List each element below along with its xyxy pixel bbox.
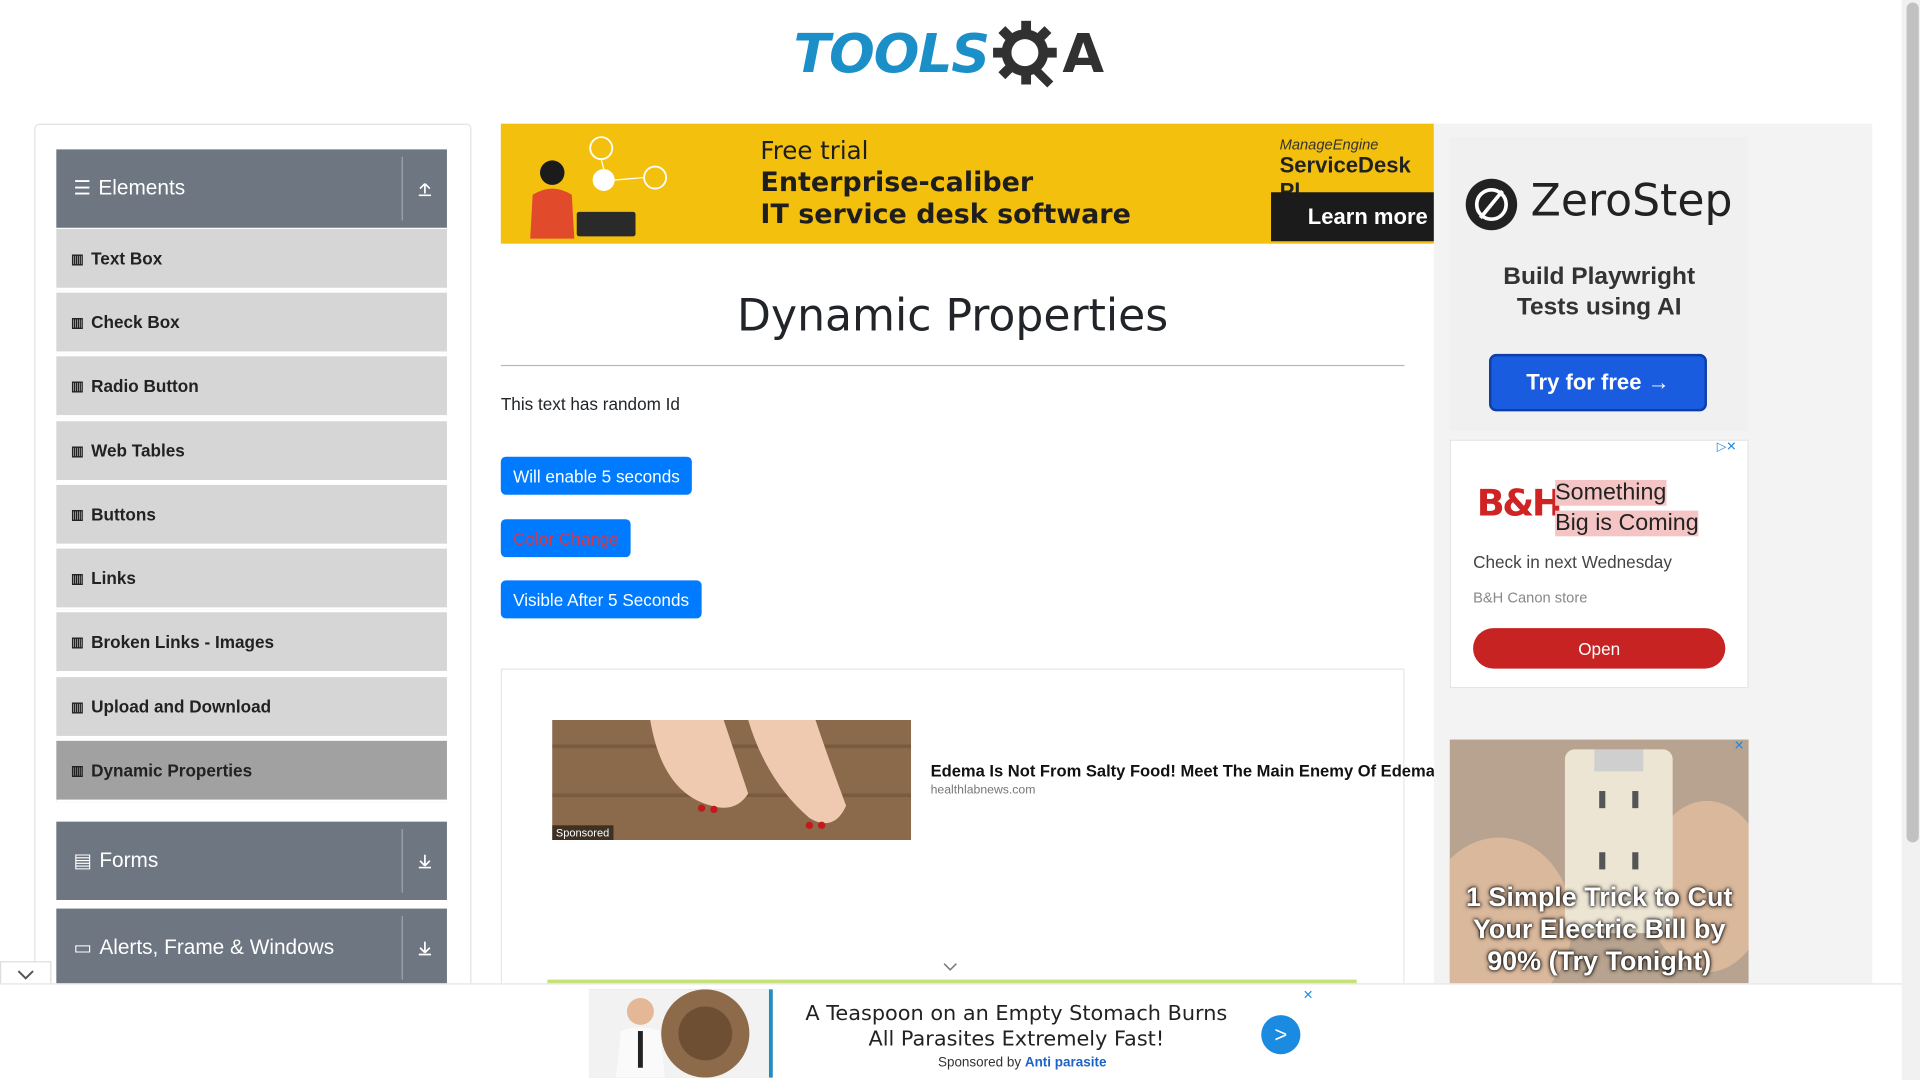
zerostep-tagline-2: Tests using AI bbox=[1516, 293, 1682, 321]
enable-after-button[interactable]: Will enable 5 seconds bbox=[500, 456, 693, 495]
item-icon: ▥ bbox=[71, 507, 84, 523]
expand-down-icon[interactable] bbox=[403, 939, 447, 956]
sidebar-item-label: Upload and Download bbox=[91, 696, 272, 717]
bh-headline-1: Something bbox=[1555, 480, 1667, 506]
ad-line-2a: Enterprise-caliber bbox=[760, 167, 1034, 199]
outlet-ad-text: 1 Simple Trick to Cut Your Electric Bill… bbox=[1465, 881, 1733, 976]
item-icon: ▥ bbox=[71, 763, 84, 779]
zerostep-tagline: Build Playwright Tests using AI bbox=[1450, 262, 1749, 323]
sidebar-item-label: Dynamic Properties bbox=[91, 760, 253, 781]
document-icon: ▤ bbox=[73, 851, 92, 872]
group-header-elements[interactable]: ☰ Elements bbox=[56, 149, 447, 228]
sidebar-item-label: Radio Button bbox=[91, 375, 199, 396]
logo-text-a: A bbox=[1062, 22, 1105, 86]
expand-down-icon[interactable] bbox=[403, 852, 447, 869]
collapse-up-icon[interactable] bbox=[403, 180, 447, 197]
random-id-text: This text has random Id bbox=[500, 394, 680, 414]
ad-illustration bbox=[530, 136, 668, 239]
sponsored-by-label: Sponsored by bbox=[937, 1055, 1022, 1071]
sidebar-item-label: Buttons bbox=[91, 504, 156, 525]
close-icon[interactable]: ✕ bbox=[1303, 989, 1313, 1002]
ad-image-feet[interactable] bbox=[552, 720, 912, 841]
group-header-forms[interactable]: ▤ Forms bbox=[56, 821, 447, 901]
chevron-down-icon[interactable] bbox=[943, 962, 958, 975]
item-icon: ▥ bbox=[71, 251, 84, 267]
content-ad-source: healthlabnews.com bbox=[930, 783, 1036, 798]
item-icon: ▥ bbox=[71, 315, 84, 331]
zerostep-name: ZeroStep bbox=[1530, 176, 1733, 227]
item-icon: ▥ bbox=[71, 571, 84, 586]
bottom-ad-go-button[interactable]: > bbox=[1261, 1015, 1301, 1055]
window-icon: ▭ bbox=[73, 937, 92, 959]
sidebar-item-label: Links bbox=[91, 568, 136, 588]
ad-brand-small: ManageEngine bbox=[1279, 135, 1379, 154]
sidebar-item-web-tables[interactable]: ▥ Web Tables bbox=[56, 421, 447, 483]
bh-logo: B&H bbox=[1476, 482, 1563, 526]
bottom-ad-text[interactable]: A Teaspoon on an Empty Stomach Burns All… bbox=[798, 1002, 1234, 1053]
sidebar-item-label: Text Box bbox=[91, 248, 163, 269]
sidebar-item-label: Broken Links - Images bbox=[91, 631, 275, 652]
item-icon: ▥ bbox=[71, 634, 84, 650]
title-divider bbox=[500, 364, 1405, 367]
content-ad-title[interactable]: Edema Is Not From Salty Food! Meet The M… bbox=[931, 762, 1435, 780]
sidebar-item-radio-button[interactable]: ▥ Radio Button bbox=[56, 356, 447, 418]
sidebar-item-buttons[interactable]: ▥ Buttons bbox=[56, 484, 447, 547]
item-icon: ▥ bbox=[71, 443, 84, 459]
bh-headline: Something Big is Coming bbox=[1555, 478, 1699, 539]
sidebar-item-label: Check Box bbox=[91, 312, 180, 332]
top-banner-ad[interactable]: Free trial Enterprise-caliber IT service… bbox=[500, 123, 1434, 244]
adchoices-icon[interactable]: ▷✕ bbox=[1717, 441, 1737, 454]
ad-line-2b: IT service desk software bbox=[760, 199, 1131, 231]
sidebar-item-check-box[interactable]: ▥ Check Box bbox=[56, 292, 447, 354]
logo-text-tools: TOOLS bbox=[793, 22, 990, 86]
bh-subtext: Check in next Wednesday bbox=[1473, 552, 1672, 572]
ad-line-1: Free trial bbox=[760, 135, 869, 166]
toolsqa-logo[interactable]: TOOLS A bbox=[793, 17, 1104, 90]
group-label: Forms bbox=[99, 848, 159, 872]
gear-magnifier-icon bbox=[992, 20, 1057, 88]
group-header-alerts[interactable]: ▭ Alerts, Frame & Windows bbox=[56, 908, 447, 987]
bh-headline-2: Big is Coming bbox=[1555, 510, 1699, 537]
color-change-button[interactable]: Color Change bbox=[500, 519, 632, 558]
learn-more-button[interactable]: Learn more bbox=[1271, 192, 1434, 242]
try-for-free-button[interactable]: Try for free → bbox=[1488, 353, 1707, 412]
item-icon: ▥ bbox=[71, 699, 84, 715]
zerostep-logo-icon bbox=[1465, 178, 1518, 231]
sidebar-item-dynamic-properties[interactable]: ▥ Dynamic Properties bbox=[56, 740, 447, 803]
item-icon: ▥ bbox=[71, 378, 84, 394]
bh-store: B&H Canon store bbox=[1473, 588, 1588, 607]
bottom-ad-image[interactable] bbox=[588, 989, 773, 1078]
bh-open-button[interactable]: Open bbox=[1473, 628, 1726, 669]
sponsored-tag: Sponsored bbox=[552, 825, 613, 841]
scrollbar-thumb[interactable] bbox=[1906, 2, 1919, 843]
ad-line-2: Enterprise-caliber IT service desk softw… bbox=[760, 168, 1130, 232]
sidebar-item-label: Web Tables bbox=[91, 440, 185, 461]
group-label: Alerts, Frame & Windows bbox=[99, 935, 335, 959]
visible-after-button[interactable]: Visible After 5 Seconds bbox=[500, 580, 702, 619]
sidebar-item-upload-download[interactable]: ▥ Upload and Download bbox=[56, 677, 447, 739]
hamburger-icon: ☰ bbox=[73, 178, 92, 200]
group-label: Elements bbox=[98, 176, 186, 200]
close-icon[interactable]: ✕ bbox=[1734, 740, 1744, 753]
sidebar-item-links[interactable]: ▥ Links bbox=[56, 548, 447, 610]
page-title: Dynamic Properties bbox=[737, 291, 1169, 342]
zerostep-tagline-1: Build Playwright bbox=[1503, 263, 1696, 291]
sidebar-item-text-box[interactable]: ▥ Text Box bbox=[56, 228, 447, 291]
bottom-ad-sponsor: Sponsored by Anti parasite bbox=[938, 1056, 1106, 1071]
sponsor-name[interactable]: Anti parasite bbox=[1025, 1056, 1107, 1071]
sidebar-item-broken-links[interactable]: ▥ Broken Links - Images bbox=[56, 612, 447, 674]
